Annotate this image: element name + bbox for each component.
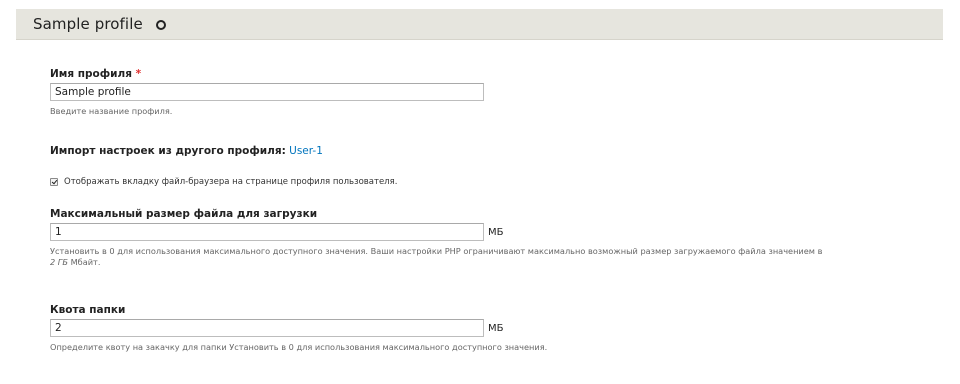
- max-file-size-input[interactable]: [50, 223, 484, 241]
- max-file-size-description: Установить в 0 для использования максима…: [50, 246, 823, 267]
- folder-quota-description: Определите квоту на закачку для папки Ус…: [50, 342, 548, 352]
- max-file-size-unit: МБ: [488, 226, 504, 238]
- folder-quota-field: Квота папки МБ Определите квоту на закач…: [50, 304, 930, 353]
- folder-quota-label: Квота папки: [50, 304, 126, 316]
- import-settings-separator: :: [281, 145, 286, 157]
- max-file-size-label: Максимальный размер файла для загрузки: [50, 208, 318, 220]
- folder-quota-unit: МБ: [488, 322, 504, 334]
- profile-header[interactable]: Sample profile: [16, 9, 943, 40]
- max-file-size-field: Максимальный размер файла для загрузки М…: [50, 208, 930, 268]
- import-profile-link[interactable]: User-1: [289, 145, 323, 157]
- profile-name-input[interactable]: [50, 83, 484, 101]
- settings-toggle-icon[interactable]: [155, 20, 166, 30]
- import-settings-row: Импорт настроек из другого профиля: User…: [50, 145, 323, 157]
- show-browser-tab-row[interactable]: Отображать вкладку файл-браузера на стра…: [50, 177, 397, 187]
- profile-title: Sample profile: [33, 15, 143, 33]
- import-settings-label: Импорт настроек из другого профиля: [50, 145, 282, 157]
- show-browser-tab-checkbox[interactable]: [50, 178, 58, 186]
- show-browser-tab-label: Отображать вкладку файл-браузера на стра…: [64, 177, 398, 187]
- profile-name-description: Введите название профиля.: [50, 106, 173, 116]
- required-mark: *: [135, 68, 142, 80]
- folder-quota-input[interactable]: [50, 319, 484, 337]
- profile-settings-page: Sample profile Имя профиля * Введите наз…: [0, 0, 960, 384]
- profile-name-label: Имя профиля *: [50, 68, 142, 80]
- profile-name-field: Имя профиля * Введите название профиля.: [50, 68, 484, 117]
